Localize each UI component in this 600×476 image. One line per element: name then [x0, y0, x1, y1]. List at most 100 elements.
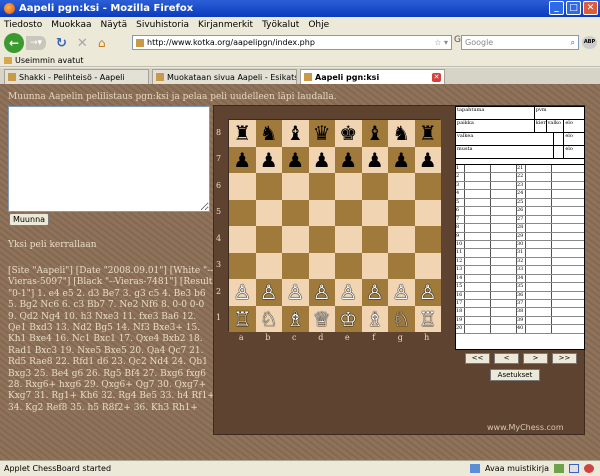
board-square[interactable]: ♜ — [414, 120, 441, 147]
chess-piece[interactable]: ♞ — [392, 123, 410, 143]
board-square[interactable] — [361, 173, 388, 200]
last-move-button[interactable]: >> — [552, 353, 577, 364]
board-square[interactable] — [388, 252, 415, 279]
chess-piece[interactable]: ♖ — [419, 309, 437, 329]
board-square[interactable] — [335, 173, 362, 200]
adblock-icon[interactable]: ABP — [582, 36, 597, 49]
board-square[interactable]: ♟ — [388, 146, 415, 173]
board-square[interactable] — [335, 252, 362, 279]
menu-item[interactable]: Kirjanmerkit — [198, 20, 253, 30]
chess-piece[interactable]: ♙ — [260, 282, 278, 302]
tab-aapeli-pgn[interactable]: Aapeli pgn:ksi ✕ — [300, 69, 445, 84]
board-square[interactable] — [255, 226, 282, 253]
board-square[interactable]: ♕ — [308, 305, 335, 332]
board-square[interactable] — [414, 226, 441, 253]
pgn-input[interactable] — [8, 106, 210, 212]
board-square[interactable]: ♟ — [229, 146, 256, 173]
board-square[interactable]: ♙ — [335, 279, 362, 306]
menu-item[interactable]: Työkalut — [262, 20, 299, 30]
tab-shakki[interactable]: Shakki - Pelihteisö - Aapeli — [4, 69, 149, 84]
search-engine-icon[interactable]: G — [454, 35, 461, 50]
convert-button[interactable]: Muunna — [9, 213, 49, 226]
board-square[interactable]: ♟ — [414, 146, 441, 173]
chess-piece[interactable]: ♗ — [366, 309, 384, 329]
board-square[interactable] — [388, 173, 415, 200]
close-window-button[interactable]: ✕ — [583, 1, 598, 15]
board-square[interactable] — [361, 199, 388, 226]
board-square[interactable] — [282, 226, 309, 253]
board-square[interactable]: ♘ — [255, 305, 282, 332]
tab-muokataan[interactable]: Muokataan sivua Aapeli - Esikatselu - S.… — [152, 69, 297, 84]
stop-icon[interactable]: ✕ — [77, 36, 88, 51]
board-square[interactable] — [335, 199, 362, 226]
board-square[interactable]: ♖ — [229, 305, 256, 332]
board-square[interactable]: ♗ — [361, 305, 388, 332]
settings-button[interactable]: Asetukset — [490, 369, 540, 381]
minimize-button[interactable]: _ — [549, 1, 564, 15]
previous-move-button[interactable]: < — [494, 353, 519, 364]
board-square[interactable] — [229, 199, 256, 226]
board-square[interactable] — [308, 226, 335, 253]
chess-piece[interactable]: ♟ — [313, 150, 331, 170]
chess-piece[interactable]: ♘ — [392, 309, 410, 329]
board-square[interactable]: ♙ — [388, 279, 415, 306]
board-square[interactable] — [229, 226, 256, 253]
menu-item[interactable]: Ohje — [308, 20, 329, 30]
chess-piece[interactable]: ♟ — [419, 150, 437, 170]
board-square[interactable]: ♝ — [361, 120, 388, 147]
chess-piece[interactable]: ♟ — [286, 150, 304, 170]
board-square[interactable]: ♟ — [335, 146, 362, 173]
home-icon[interactable]: ⌂ — [98, 36, 106, 50]
tab-close-icon[interactable]: ✕ — [432, 72, 441, 82]
chess-piece[interactable]: ♛ — [313, 123, 331, 143]
search-bar[interactable]: Google ⌕ — [461, 35, 579, 50]
board-square[interactable]: ♗ — [282, 305, 309, 332]
chess-piece[interactable]: ♝ — [366, 123, 384, 143]
most-visited-bookmark[interactable]: Useimmin avatut — [15, 56, 83, 65]
bookmark-star-icon[interactable]: ☆ ▾ — [434, 38, 448, 47]
board-square[interactable]: ♟ — [282, 146, 309, 173]
board-square[interactable] — [414, 199, 441, 226]
board-square[interactable] — [361, 252, 388, 279]
board-square[interactable]: ♙ — [414, 279, 441, 306]
chess-piece[interactable]: ♙ — [419, 282, 437, 302]
board-square[interactable]: ♙ — [229, 279, 256, 306]
board-square[interactable] — [414, 252, 441, 279]
chess-piece[interactable]: ♙ — [286, 282, 304, 302]
open-notebook-link[interactable]: Avaa muistikirja — [485, 464, 549, 473]
board-square[interactable]: ♙ — [361, 279, 388, 306]
board-square[interactable]: ♟ — [361, 146, 388, 173]
chess-piece[interactable]: ♜ — [233, 123, 251, 143]
chess-piece[interactable]: ♙ — [313, 282, 331, 302]
board-square[interactable]: ♙ — [282, 279, 309, 306]
board-square[interactable] — [308, 173, 335, 200]
chess-piece[interactable]: ♖ — [233, 309, 251, 329]
chess-piece[interactable]: ♝ — [286, 123, 304, 143]
board-square[interactable]: ♞ — [388, 120, 415, 147]
board-square[interactable]: ♛ — [308, 120, 335, 147]
board-square[interactable]: ♜ — [229, 120, 256, 147]
next-move-button[interactable]: > — [523, 353, 548, 364]
menu-item[interactable]: Muokkaa — [51, 20, 91, 30]
chess-piece[interactable]: ♙ — [233, 282, 251, 302]
board-square[interactable]: ♘ — [388, 305, 415, 332]
board-square[interactable] — [255, 173, 282, 200]
first-move-button[interactable]: << — [465, 353, 490, 364]
search-input[interactable]: Google — [465, 38, 493, 47]
board-square[interactable]: ♞ — [255, 120, 282, 147]
address-bar[interactable]: http://www.kotka.org/aapelipgn/index.php… — [132, 35, 452, 50]
board-square[interactable] — [414, 173, 441, 200]
chess-piece[interactable]: ♞ — [260, 123, 278, 143]
chess-piece[interactable]: ♙ — [366, 282, 384, 302]
menu-item[interactable]: Tiedosto — [4, 20, 42, 30]
back-button[interactable]: ← — [4, 33, 24, 53]
chess-piece[interactable]: ♙ — [392, 282, 410, 302]
board-square[interactable] — [229, 252, 256, 279]
chess-piece[interactable]: ♟ — [392, 150, 410, 170]
board-square[interactable]: ♝ — [282, 120, 309, 147]
board-square[interactable]: ♚ — [335, 120, 362, 147]
board-square[interactable]: ♙ — [255, 279, 282, 306]
board-square[interactable] — [229, 173, 256, 200]
chess-piece[interactable]: ♟ — [366, 150, 384, 170]
maximize-button[interactable]: □ — [566, 1, 581, 15]
